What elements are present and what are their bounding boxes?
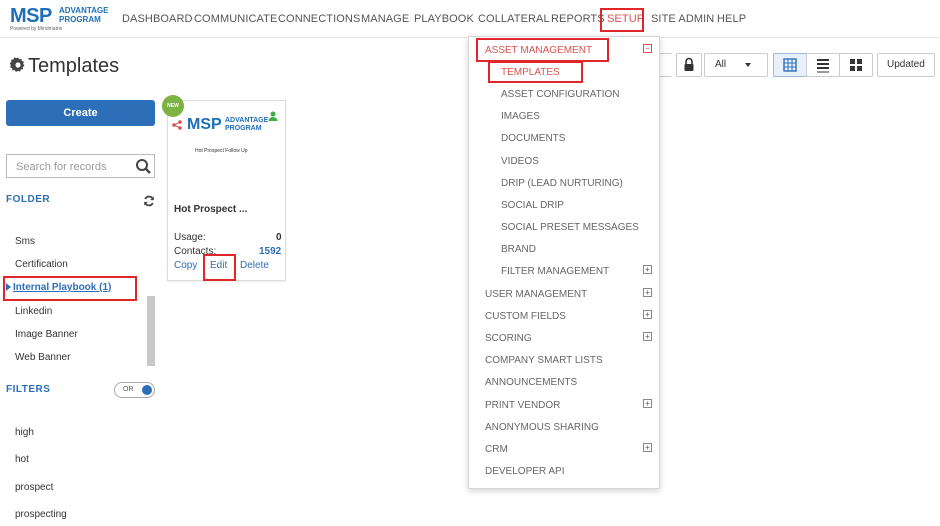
edit-highlight-box: [203, 254, 236, 281]
menu-images[interactable]: IMAGES: [501, 111, 540, 122]
nav-reports[interactable]: REPORTS: [551, 13, 605, 25]
thumbnail-program-name: ADVANTAGE PROGRAM: [225, 117, 269, 132]
search-placeholder: Search for records: [16, 161, 107, 173]
search-icon[interactable]: [135, 158, 152, 175]
thumbnail-brand: MSP: [187, 116, 222, 133]
templates-highlight-box: [488, 61, 583, 83]
setup-highlight-box: [600, 8, 644, 32]
menu-print-vendor[interactable]: PRINT VENDOR: [485, 400, 560, 411]
chevron-down-icon: [745, 63, 751, 67]
folder-item-sms[interactable]: Sms: [15, 236, 35, 247]
visibility-filter-select[interactable]: All: [704, 53, 768, 77]
folder-heading: FOLDER: [6, 194, 51, 205]
filters-heading: FILTERS: [6, 384, 51, 395]
logo-program-name: ADVANTAGE PROGRAM: [59, 6, 109, 24]
new-badge: NEW: [162, 95, 184, 117]
menu-developer-api[interactable]: DEVELOPER API: [485, 466, 564, 477]
filter-item-hot[interactable]: hot: [15, 454, 29, 465]
lock-button[interactable]: [676, 53, 702, 77]
filter-item-prospect[interactable]: prospect: [15, 482, 53, 493]
nav-collateral[interactable]: COLLATERAL: [478, 13, 550, 25]
menu-drip-lead-nurturing[interactable]: DRIP (LEAD NURTURING): [501, 178, 623, 189]
menu-anonymous-sharing[interactable]: ANONYMOUS SHARING: [485, 422, 599, 433]
menu-announcements[interactable]: ANNOUNCEMENTS: [485, 377, 577, 388]
usage-label: Usage:: [174, 232, 206, 243]
menu-company-smart-lists[interactable]: COMPANY SMART LISTS: [485, 355, 603, 366]
folder-item-certification[interactable]: Certification: [15, 259, 68, 270]
menu-brand[interactable]: BRAND: [501, 244, 536, 255]
nav-dashboard[interactable]: DASHBOARD: [122, 13, 193, 25]
folder-item-web-banner[interactable]: Web Banner: [15, 352, 70, 363]
menu-filter-management[interactable]: FILTER MANAGEMENT: [501, 266, 609, 277]
tile-view-button[interactable]: [839, 53, 873, 77]
page-title: Templates: [9, 55, 120, 79]
asset-management-highlight-box: [476, 38, 609, 62]
share-icon[interactable]: [172, 117, 182, 130]
expand-icon[interactable]: +: [643, 332, 652, 341]
nav-site-admin[interactable]: SITE ADMIN: [651, 13, 714, 25]
collapse-icon[interactable]: −: [643, 44, 652, 53]
nav-help[interactable]: HELP: [717, 13, 746, 25]
grid-view-button[interactable]: [773, 53, 807, 77]
folder-item-linkedin[interactable]: Linkedin: [15, 306, 52, 317]
usage-value: 0: [276, 232, 282, 243]
user-icon: [268, 108, 278, 121]
filter-item-high[interactable]: high: [15, 427, 34, 438]
expand-icon[interactable]: +: [643, 288, 652, 297]
menu-custom-fields[interactable]: CUSTOM FIELDS: [485, 311, 566, 322]
menu-crm[interactable]: CRM: [485, 444, 508, 455]
search-records-input[interactable]: Search for records: [6, 154, 155, 178]
logo-brand: MSP: [10, 5, 52, 27]
menu-documents[interactable]: DOCUMENTS: [501, 133, 565, 144]
and-or-toggle[interactable]: OR: [114, 382, 155, 398]
internal-playbook-highlight-box: [3, 276, 137, 301]
expand-icon[interactable]: +: [643, 443, 652, 452]
list-view-button[interactable]: [806, 53, 840, 77]
expand-icon[interactable]: +: [643, 310, 652, 319]
nav-connections[interactable]: CONNECTIONS: [278, 13, 360, 25]
create-button[interactable]: Create: [6, 100, 155, 126]
toggle-label: OR: [123, 386, 134, 393]
expand-icon[interactable]: +: [643, 265, 652, 274]
thumbnail-subtitle: Hot Prospect Follow Up: [195, 148, 248, 154]
gear-icon: [9, 56, 28, 79]
toggle-knob: [142, 385, 152, 395]
menu-social-preset-messages[interactable]: SOCIAL PRESET MESSAGES: [501, 222, 639, 233]
refresh-icon[interactable]: [143, 194, 155, 207]
menu-user-management[interactable]: USER MANAGEMENT: [485, 289, 587, 300]
menu-scoring[interactable]: SCORING: [485, 333, 532, 344]
delete-link[interactable]: Delete: [240, 260, 269, 271]
filter-item-prospecting[interactable]: prospecting: [15, 509, 67, 520]
top-navbar: MSP ADVANTAGE PROGRAM Powered by Mindmatr…: [0, 0, 940, 38]
nav-communicate[interactable]: COMMUNICATE: [194, 13, 277, 25]
logo-powered-by: Powered by Mindmatrix: [10, 26, 63, 32]
menu-social-drip[interactable]: SOCIAL DRIP: [501, 200, 564, 211]
nav-manage[interactable]: MANAGE: [361, 13, 409, 25]
template-thumbnail[interactable]: MSP ADVANTAGE PROGRAM Hot Prospect Follow…: [187, 112, 269, 168]
folder-item-image-banner[interactable]: Image Banner: [15, 329, 78, 340]
menu-asset-configuration[interactable]: ASSET CONFIGURATION: [501, 89, 620, 100]
copy-link[interactable]: Copy: [174, 260, 197, 271]
msp-logo[interactable]: MSP ADVANTAGE PROGRAM Powered by Mindmatr…: [10, 5, 120, 33]
sort-select[interactable]: Updated: [877, 53, 935, 77]
expand-icon[interactable]: +: [643, 399, 652, 408]
nav-playbook[interactable]: PLAYBOOK: [414, 13, 474, 25]
page-title-text: Templates: [28, 55, 120, 77]
template-title[interactable]: Hot Prospect ...: [174, 204, 247, 215]
contacts-value[interactable]: 1592: [259, 246, 281, 257]
visibility-filter-value: All: [715, 59, 727, 70]
menu-videos[interactable]: VIDEOS: [501, 156, 539, 167]
sort-value: Updated: [887, 59, 925, 70]
folder-scrollbar[interactable]: [147, 296, 155, 366]
